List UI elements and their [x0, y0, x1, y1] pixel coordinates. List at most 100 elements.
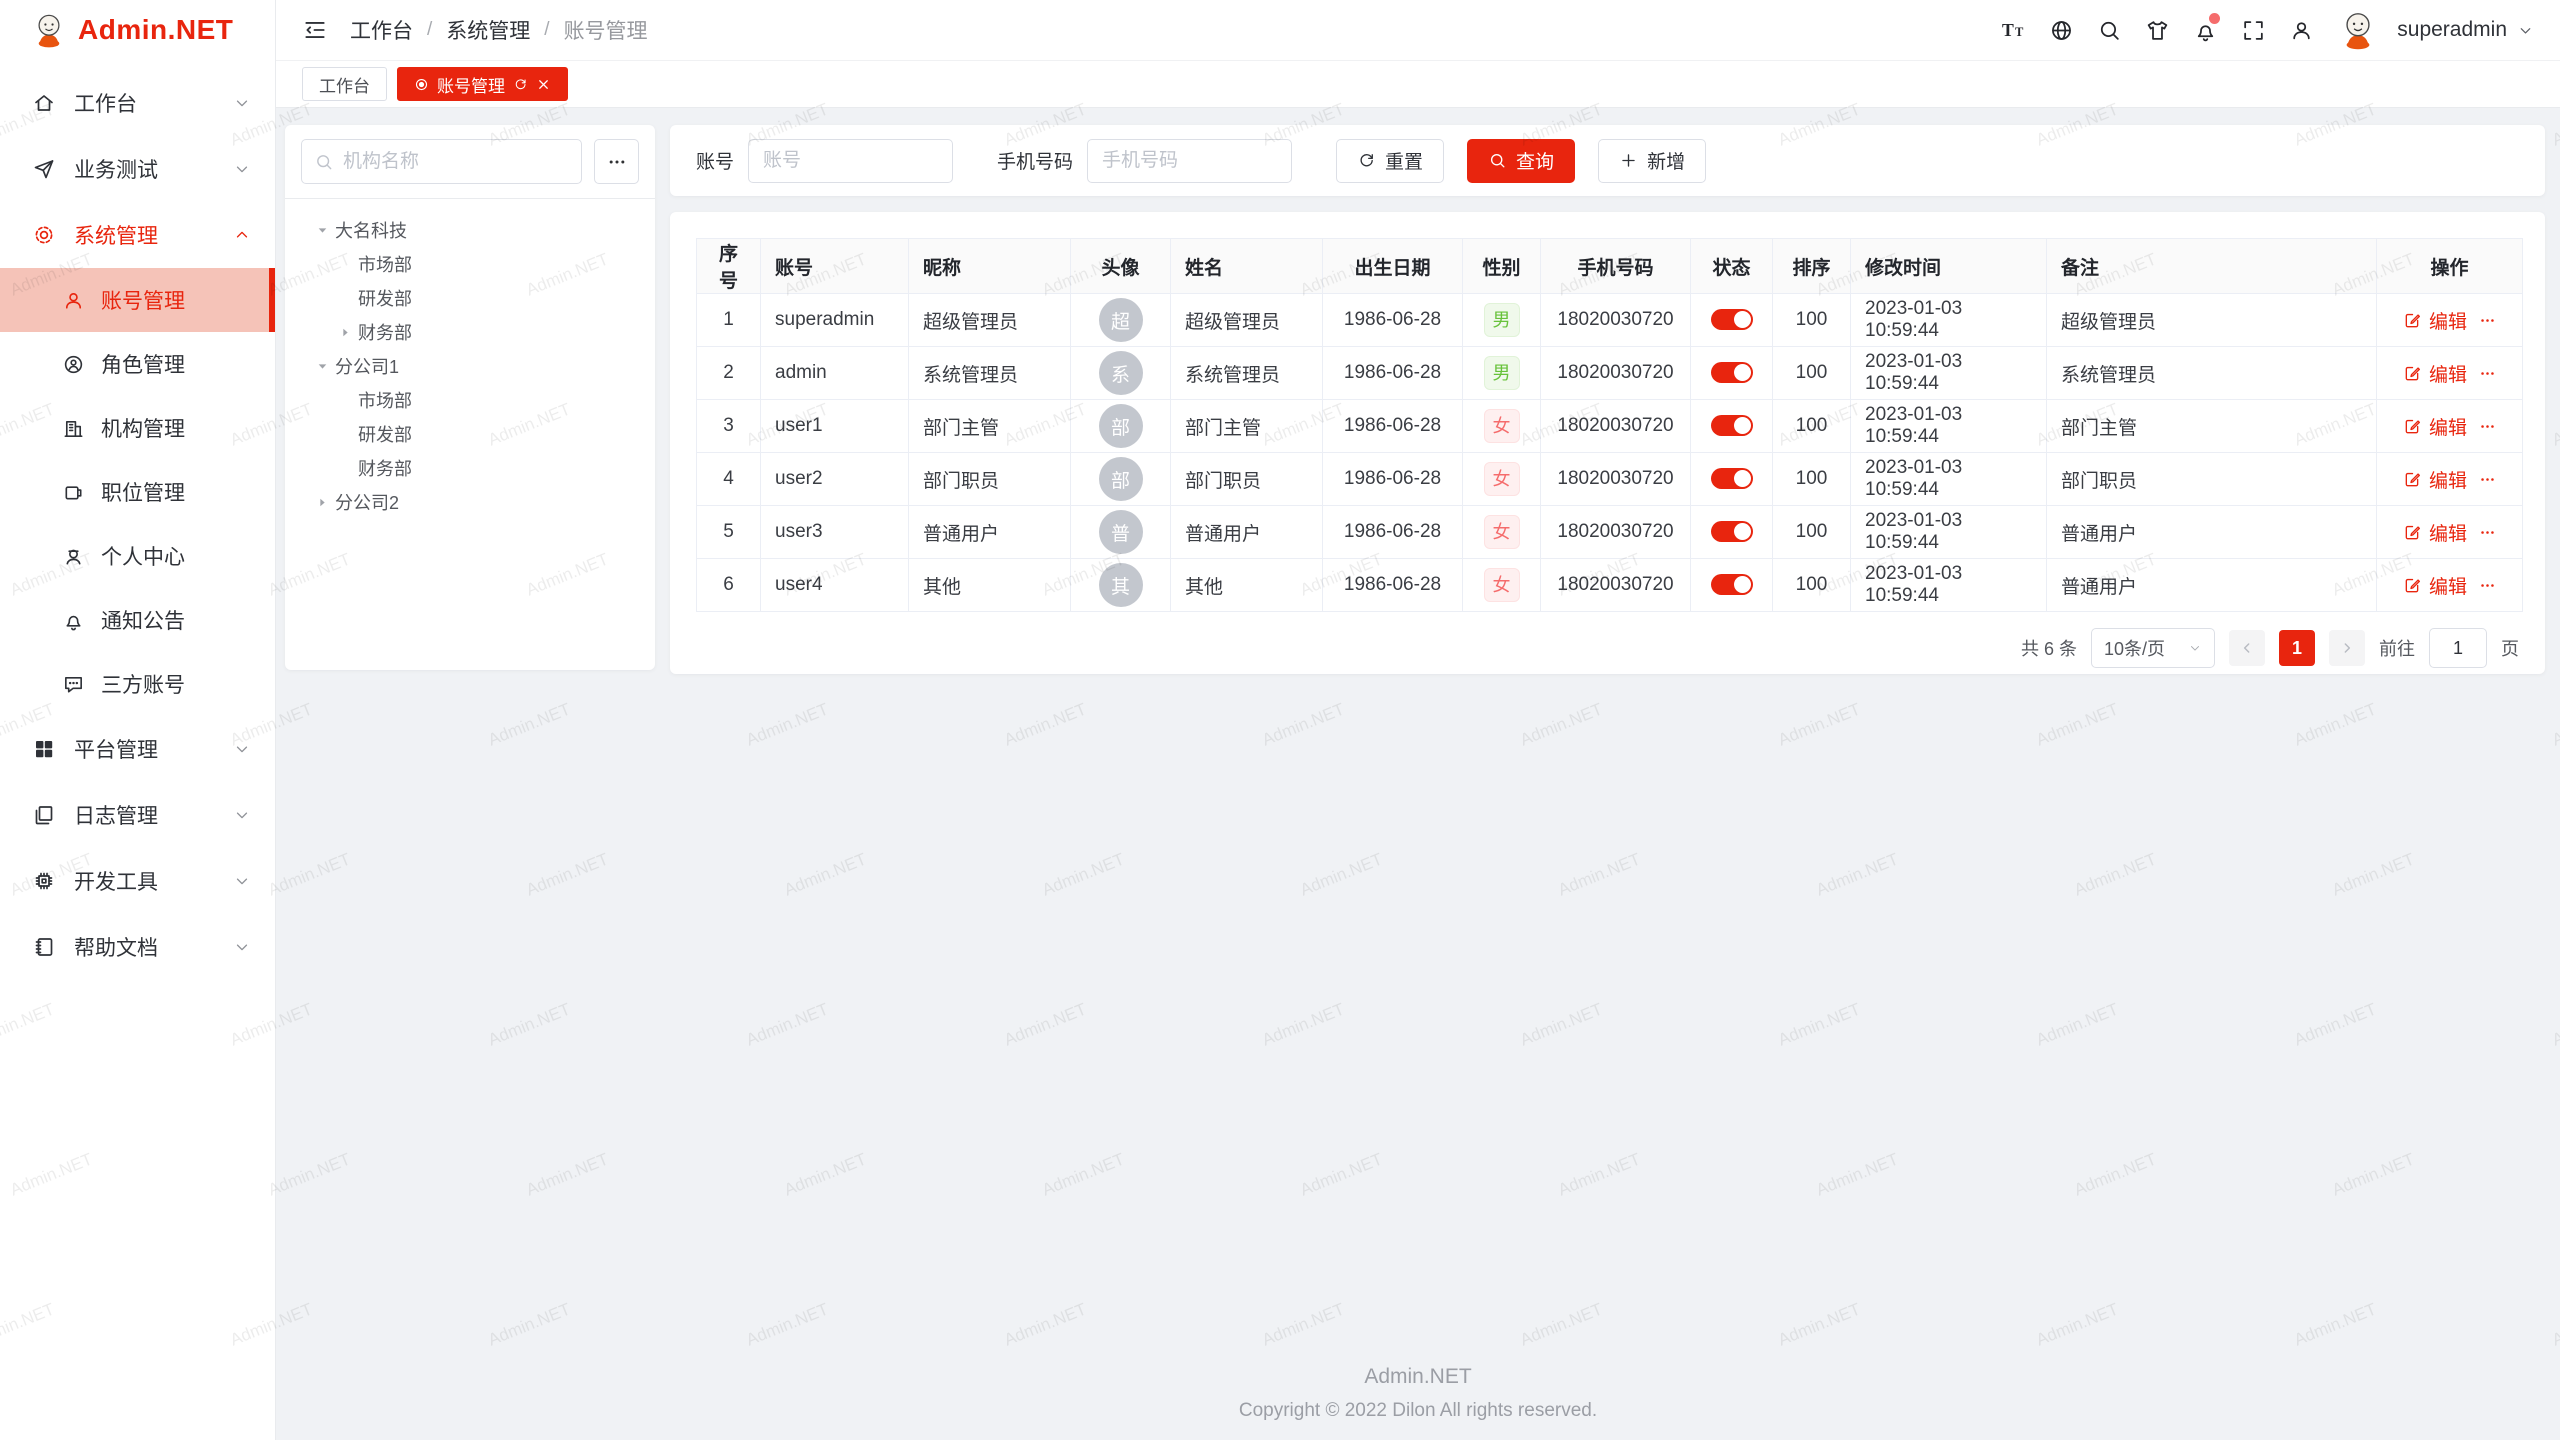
edit-button[interactable]: 编辑	[2403, 466, 2467, 493]
cell-nickname: 其他	[909, 559, 1071, 612]
status-toggle[interactable]	[1711, 521, 1753, 542]
svg-text:T: T	[2002, 20, 2014, 40]
sidebar-item-system-mgmt[interactable]: 系统管理	[0, 202, 275, 268]
caret-down-icon[interactable]	[309, 224, 335, 237]
brand[interactable]: Admin.NET	[0, 0, 275, 60]
sidebar-item-role-mgmt[interactable]: 角色管理	[0, 332, 275, 396]
edit-button[interactable]: 编辑	[2403, 413, 2467, 440]
edit-button[interactable]: 编辑	[2403, 519, 2467, 546]
more-actions-button[interactable]	[2479, 365, 2496, 382]
sidebar-item-dev-tools[interactable]: 开发工具	[0, 848, 275, 914]
current-page-button[interactable]: 1	[2279, 630, 2315, 666]
tree-node[interactable]: 财务部	[301, 451, 639, 485]
sidebar-menu: 工作台业务测试系统管理账号管理角色管理机构管理职位管理个人中心通知公告三方账号平…	[0, 60, 275, 980]
theme-icon-button[interactable]	[2137, 10, 2177, 50]
caret-right-icon[interactable]	[332, 326, 358, 339]
edit-label: 编辑	[2429, 466, 2467, 493]
watermark-text: Admin.NET	[2329, 1149, 2417, 1200]
reset-button[interactable]: 重置	[1336, 139, 1444, 183]
user-icon	[62, 289, 85, 312]
watermark-text: Admin.NET	[1813, 849, 1901, 900]
watermark-text: Admin.NET	[485, 999, 573, 1050]
status-toggle[interactable]	[1711, 468, 1753, 489]
query-field-input[interactable]	[1087, 139, 1292, 183]
log-icon	[32, 803, 56, 827]
tree-node[interactable]: 市场部	[301, 383, 639, 417]
sidebar-item-help-docs[interactable]: 帮助文档	[0, 914, 275, 980]
font-size-icon-button[interactable]: TT	[1993, 10, 2033, 50]
edit-button[interactable]: 编辑	[2403, 307, 2467, 334]
status-toggle[interactable]	[1711, 574, 1753, 595]
next-page-button[interactable]	[2329, 630, 2365, 666]
sidebar-item-notice[interactable]: 通知公告	[0, 588, 275, 652]
edit-button[interactable]: 编辑	[2403, 572, 2467, 599]
breadcrumb-item[interactable]: 系统管理	[446, 15, 530, 45]
tab-工作台[interactable]: 工作台	[302, 67, 387, 101]
more-actions-button[interactable]	[2479, 312, 2496, 329]
notification-icon-button[interactable]	[2185, 10, 2225, 50]
tree-node[interactable]: 大名科技	[301, 213, 639, 247]
chevron-down-icon[interactable]	[2517, 22, 2534, 39]
tree-node[interactable]: 分公司2	[301, 485, 639, 519]
add-button[interactable]: 新增	[1598, 139, 1706, 183]
sidebar-item-account-mgmt[interactable]: 账号管理	[0, 268, 275, 332]
watermark-text: Admin.NET	[743, 1299, 831, 1350]
edit-icon	[2403, 523, 2422, 542]
caret-right-icon[interactable]	[309, 496, 335, 509]
more-actions-button[interactable]	[2479, 418, 2496, 435]
watermark-text: Admin.NET	[1555, 1149, 1643, 1200]
query-input[interactable]	[1102, 150, 1277, 172]
profile-icon-button[interactable]	[2281, 10, 2321, 50]
query-field-input[interactable]	[748, 139, 953, 183]
close-icon[interactable]	[536, 77, 551, 92]
tree-node[interactable]: 研发部	[301, 417, 639, 451]
sidebar-item-third-party-account[interactable]: 三方账号	[0, 652, 275, 716]
more-actions-button[interactable]	[2479, 577, 2496, 594]
caret-down-icon[interactable]	[309, 360, 335, 373]
status-toggle[interactable]	[1711, 309, 1753, 330]
prev-page-button[interactable]	[2229, 630, 2265, 666]
tree-node-label: 大名科技	[335, 217, 407, 243]
user-avatar[interactable]	[2337, 9, 2379, 51]
profile-icon	[2289, 18, 2314, 43]
tab-账号管理[interactable]: 账号管理	[397, 67, 568, 101]
sidebar-item-business-test[interactable]: 业务测试	[0, 136, 275, 202]
fullscreen-icon-button[interactable]	[2233, 10, 2273, 50]
search-icon-button[interactable]	[2089, 10, 2129, 50]
sidebar-item-personal-center[interactable]: 个人中心	[0, 524, 275, 588]
tree-node[interactable]: 研发部	[301, 281, 639, 315]
watermark-text: Admin.NET	[1001, 999, 1089, 1050]
query-input[interactable]	[763, 150, 938, 172]
chevron-down-icon	[233, 94, 251, 112]
sidebar-item-log-mgmt[interactable]: 日志管理	[0, 782, 275, 848]
tree-more-button[interactable]	[594, 139, 639, 184]
tree-node-label: 财务部	[358, 455, 412, 481]
more-actions-button[interactable]	[2479, 524, 2496, 541]
sidebar-item-platform-mgmt[interactable]: 平台管理	[0, 716, 275, 782]
status-toggle[interactable]	[1711, 415, 1753, 436]
more-actions-button[interactable]	[2479, 471, 2496, 488]
edit-button[interactable]: 编辑	[2403, 360, 2467, 387]
refresh-icon[interactable]	[513, 77, 528, 92]
tree-node[interactable]: 分公司1	[301, 349, 639, 383]
goto-page-input[interactable]: 1	[2429, 628, 2487, 668]
table-row: 5user3普通用户普普通用户1986-06-28女18020030720100…	[697, 506, 2523, 559]
gender-badge: 男	[1484, 356, 1520, 390]
edit-icon	[2403, 470, 2422, 489]
tree-node[interactable]: 市场部	[301, 247, 639, 281]
sidebar-item-org-mgmt[interactable]: 机构管理	[0, 396, 275, 460]
tree-node[interactable]: 财务部	[301, 315, 639, 349]
sidebar-item-position-mgmt[interactable]: 职位管理	[0, 460, 275, 524]
status-toggle[interactable]	[1711, 362, 1753, 383]
org-search-input[interactable]	[301, 139, 582, 184]
cell-remark: 部门主管	[2047, 400, 2377, 453]
search-button[interactable]: 查询	[1467, 139, 1575, 183]
tab-label: 工作台	[319, 72, 370, 97]
username[interactable]: superadmin	[2397, 18, 2507, 42]
menu-collapse-icon[interactable]	[302, 17, 328, 43]
page-size-select[interactable]: 10条/页	[2091, 628, 2215, 668]
breadcrumb-item[interactable]: 工作台	[350, 15, 413, 45]
org-name-field[interactable]	[343, 151, 569, 173]
sidebar-item-workbench[interactable]: 工作台	[0, 70, 275, 136]
language-icon-button[interactable]	[2041, 10, 2081, 50]
